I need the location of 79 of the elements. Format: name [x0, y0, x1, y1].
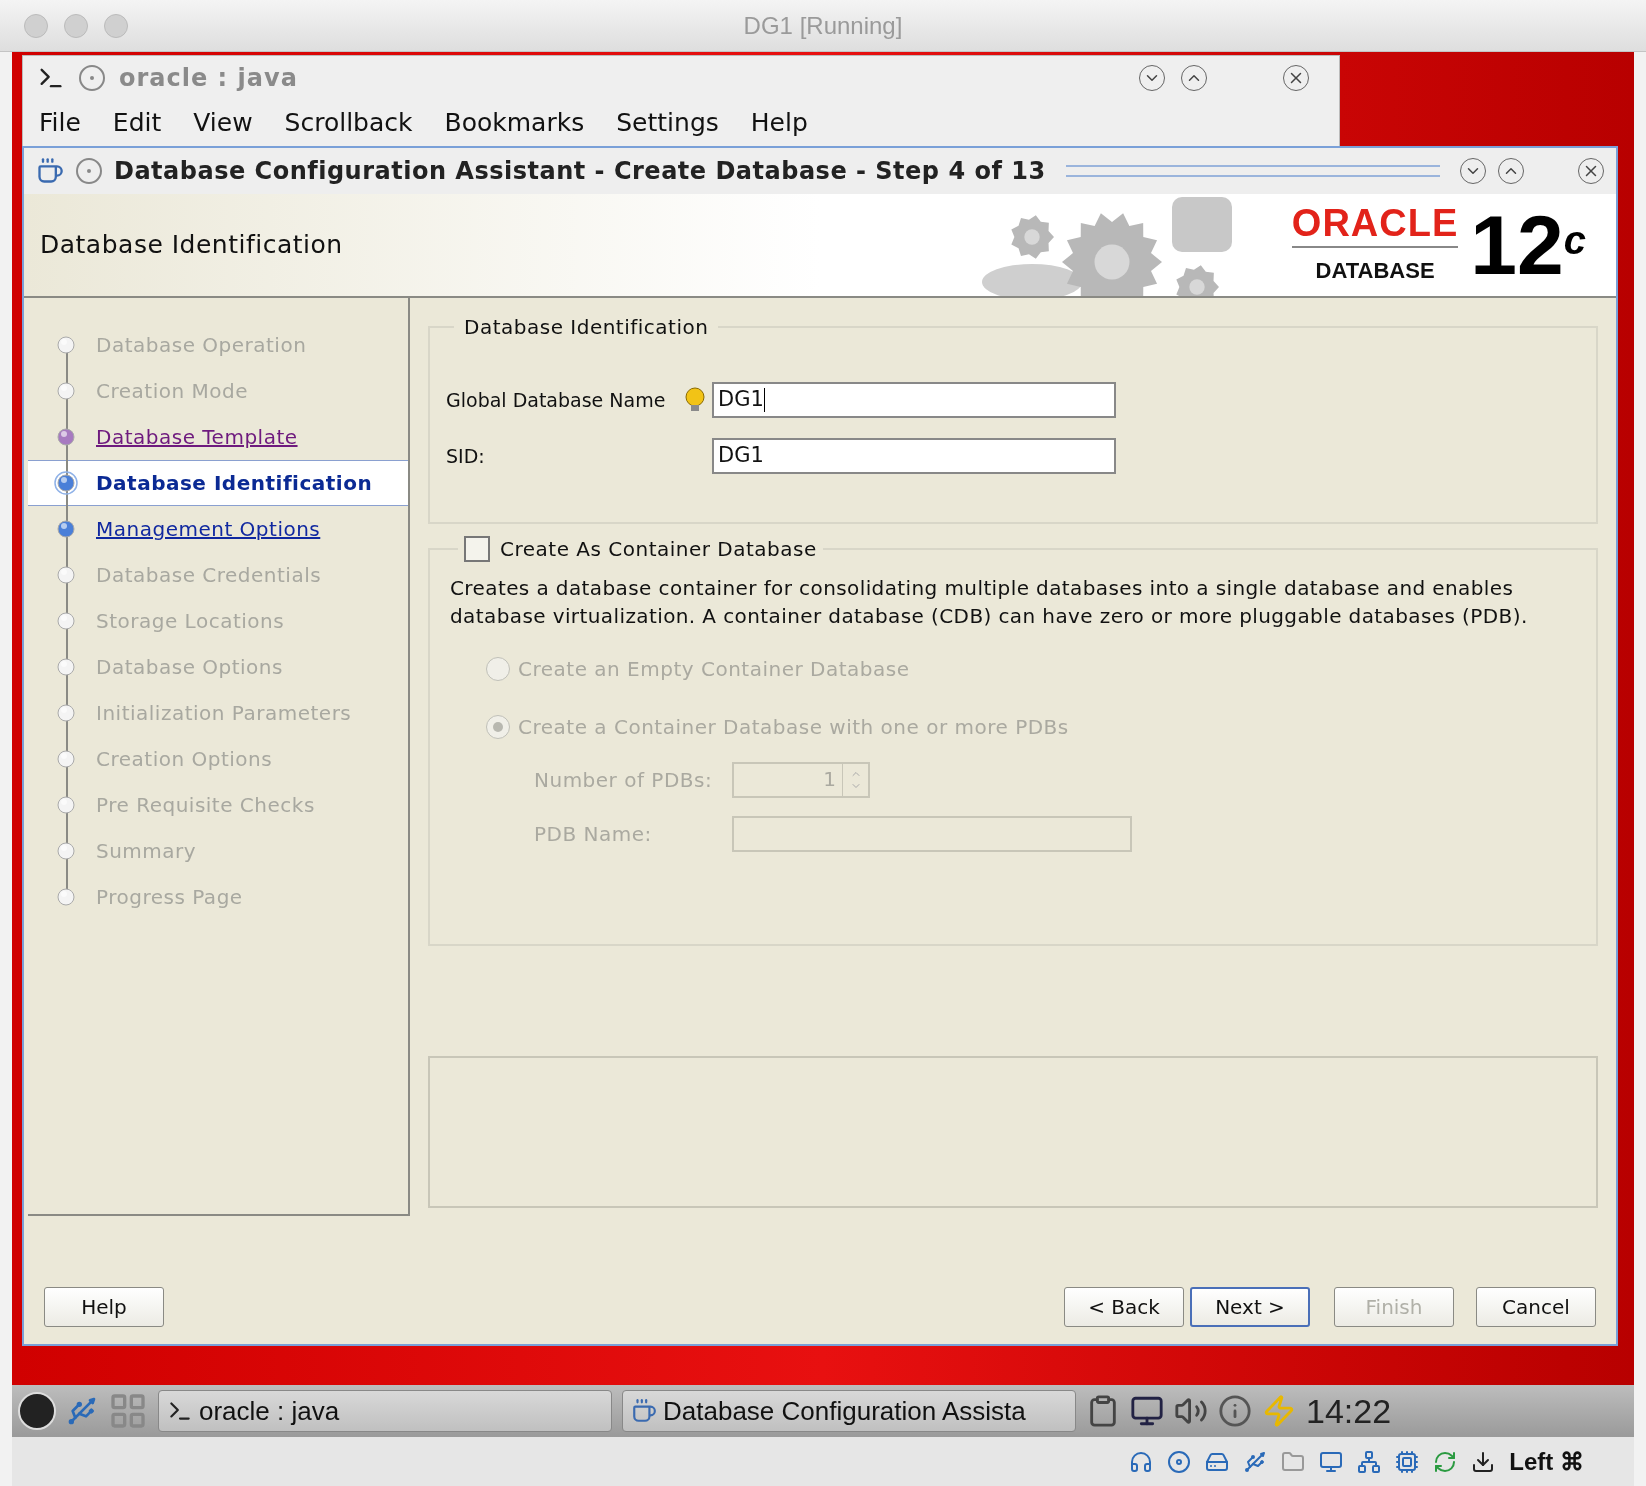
radio-label: Create a Container Database with one or more PDBs	[518, 714, 1069, 741]
vm-window-title: DG1 [Running]	[743, 10, 903, 41]
step-node-icon	[54, 609, 78, 633]
step-label: Creation Options	[96, 746, 273, 773]
step-node-icon	[54, 655, 78, 679]
group-title: Database Identification	[463, 314, 710, 341]
container-description: Creates a database container for consolidating multiple databases into a single database and enables database virtualization. A container database (CDB) can have zero or more pluggable databases (PDB).	[450, 575, 1529, 630]
host-key-label: Left ⌘	[1509, 1446, 1584, 1477]
step-link[interactable]: Database Template	[96, 422, 298, 452]
dialog-button[interactable]: Next >	[1190, 1287, 1310, 1327]
step-node-icon	[54, 379, 78, 403]
version-label: 12$^{c}$	[1470, 203, 1586, 287]
help-button[interactable]: Help	[44, 1287, 164, 1327]
step-node-icon	[54, 471, 78, 495]
step-node-icon	[54, 517, 78, 541]
step-label: Initialization Parameters	[96, 700, 352, 727]
brand-logo: ORACLE	[1291, 203, 1459, 248]
step-node-icon	[54, 563, 78, 587]
menu-item[interactable]: File	[39, 104, 81, 142]
usb-icon[interactable]	[1243, 1449, 1268, 1474]
step-link[interactable]: Management Options	[96, 514, 321, 544]
step-label: Progress Page	[96, 884, 243, 911]
radio-label: Create an Empty Container Database	[518, 656, 910, 683]
menu-item[interactable]: Bookmarks	[444, 104, 585, 142]
dialog-title: Database Configuration Assistant - Create Database - Step 4 of 13	[114, 156, 1046, 187]
task-button[interactable]: Database Configuration Assista	[622, 1390, 1076, 1432]
dialog-button[interactable]: < Back	[1064, 1287, 1184, 1327]
step-label: Creation Mode	[96, 378, 248, 405]
pin-icon[interactable]	[79, 65, 105, 91]
checkbox-label: Create As Container Database	[500, 536, 817, 563]
audio-icon[interactable]	[1129, 1449, 1154, 1474]
disc-icon[interactable]	[1167, 1449, 1192, 1474]
menu-item[interactable]: Settings	[616, 104, 719, 142]
step-node-icon	[54, 793, 78, 817]
checkbox[interactable]	[464, 536, 490, 562]
step-label: Database Operation	[96, 332, 307, 359]
field-label: Number of PDBs:	[534, 767, 714, 794]
step-node-icon	[54, 333, 78, 357]
menu-item[interactable]: Scrollback	[284, 104, 413, 142]
product-label: DATABASE	[1315, 256, 1435, 285]
info-icon[interactable]	[1218, 1394, 1252, 1428]
step-label: Database Options	[96, 654, 283, 681]
step-label: Summary	[96, 838, 197, 865]
page-title: Database Identification	[40, 229, 343, 262]
step-node-icon	[54, 701, 78, 725]
menu-item[interactable]: Edit	[112, 104, 162, 142]
lightbulb-icon[interactable]	[684, 386, 706, 414]
step-node-icon	[54, 425, 78, 449]
field-label: Global Database Name	[446, 388, 667, 413]
usb-icon[interactable]	[66, 1395, 98, 1427]
menu-item[interactable]: View	[193, 104, 253, 142]
task-button[interactable]: oracle : java	[158, 1390, 612, 1432]
step-label: Pre Requisite Checks	[96, 792, 315, 819]
display-icon[interactable]	[1319, 1449, 1344, 1474]
java-icon	[631, 1398, 657, 1424]
task-label: oracle : java	[199, 1394, 340, 1428]
step-node-icon	[54, 885, 78, 909]
terminal-title: oracle : java	[119, 63, 298, 94]
field-label: PDB Name:	[534, 821, 653, 848]
step-node-icon	[54, 839, 78, 863]
java-icon	[36, 157, 64, 185]
step-label: Database Credentials	[96, 562, 322, 589]
field-label: SID:	[446, 444, 486, 469]
step-node-icon	[54, 747, 78, 771]
text-field[interactable]	[732, 816, 1132, 852]
step-label: Storage Locations	[96, 608, 285, 635]
step-link[interactable]: Database Identification	[96, 468, 373, 498]
task-label: Database Configuration Assista	[663, 1394, 1026, 1428]
menu-item[interactable]: Help	[750, 104, 808, 142]
text-field[interactable]: DG1	[712, 382, 1116, 418]
clock[interactable]: 14:22	[1306, 1385, 1392, 1437]
sync-icon[interactable]	[1433, 1449, 1458, 1474]
folder-icon[interactable]	[1281, 1449, 1306, 1474]
pin-icon[interactable]	[76, 158, 102, 184]
current-step-row[interactable]: Database Identification	[28, 460, 408, 506]
text-field[interactable]: DG1	[712, 438, 1116, 474]
download-icon[interactable]	[1471, 1449, 1496, 1474]
dialog-button[interactable]: Cancel	[1476, 1287, 1596, 1327]
cpu-icon[interactable]	[1395, 1449, 1420, 1474]
